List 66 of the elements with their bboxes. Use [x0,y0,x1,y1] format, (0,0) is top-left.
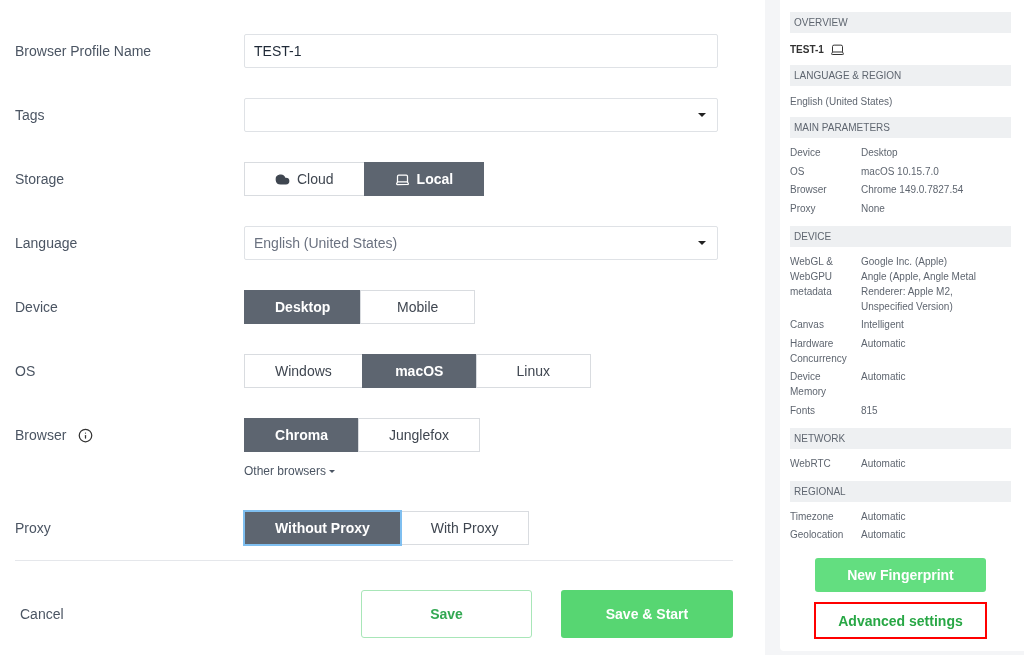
field-label: Device [15,298,58,317]
parameter-label: Fonts [790,403,816,418]
parameter-value: Automatic [861,509,907,524]
parameter-value: Chrome 149.0.7827.54 [861,183,965,197]
parameter-value: macOS 10.15.7.0 [861,164,940,179]
segment-option[interactable]: Without Proxy [244,511,401,545]
segment-option[interactable]: Windows [244,354,363,388]
parameter-value: Desktop [861,146,899,160]
parameter-label: Geolocation [790,528,845,542]
parameter-label: Device Memory [790,370,828,399]
section-header: NETWORK [790,427,1011,449]
cloud-icon [275,171,290,187]
section-header: MAIN PARAMETERS [790,117,1011,138]
field-label: Language [15,234,78,253]
parameter-value: Automatic [861,336,907,351]
field-label: Proxy [15,519,51,538]
parameter-label: OS [790,164,806,179]
segment-option[interactable]: Cloud [244,162,365,196]
section-header: REGIONAL [790,480,1011,502]
field-label: OS [15,362,36,381]
segment-option[interactable]: macOS [361,354,477,388]
segment-option[interactable]: Chroma [244,418,359,452]
segment-option[interactable]: Local [363,162,485,196]
parameter-value: Automatic [861,370,907,384]
field-label: Browser Profile Name [15,42,152,61]
dropdown-field[interactable]: English (United States) [244,226,718,260]
caret-icon [329,469,336,473]
segment-option[interactable]: Linux [475,354,591,388]
other-browsers-link[interactable]: Other browsers [244,463,336,479]
parameter-label: Timezone [790,509,835,524]
parameter-value: Automatic [861,456,907,471]
dropdown-field[interactable] [244,98,718,132]
parameter-label: Device [790,146,822,160]
field-label: Browser [15,426,67,445]
text-field[interactable]: TEST-1 [244,34,718,68]
section-text: English (United States) [790,95,893,109]
laptop-icon [829,41,845,57]
parameter-value: Automatic [861,528,907,542]
parameter-label: WebGL & WebGPU metadata [790,254,834,299]
segment-option[interactable]: Mobile [360,290,476,324]
parameter-value: Google Inc. (Apple) [861,254,949,269]
parameter-value: 815 [861,403,879,418]
profile-name: TEST-1 [790,42,824,57]
parameter-label: Proxy [790,201,817,216]
laptop-icon [394,171,410,187]
segment-option[interactable]: With Proxy [399,511,530,545]
field-label: Storage [15,170,65,189]
parameter-value: Angle (Apple, Angle Metal Renderer: Apple M2, Unspecified Version) [861,269,978,314]
caret-icon [698,113,706,117]
parameter-label: Canvas [790,318,825,332]
parameter-value: None [861,201,886,216]
parameter-label: Browser [790,183,828,197]
section-header: LANGUAGE & REGION [790,65,1011,86]
section-header: OVERVIEW [790,12,1011,33]
parameter-label: Hardware Concurrency [790,336,848,366]
segment-option[interactable]: Junglefox [358,418,480,452]
caret-icon [698,241,706,245]
parameter-label: WebRTC [790,456,832,471]
segment-option[interactable]: Desktop [244,290,362,324]
advanced-settings-button[interactable]: Advanced settings [814,602,987,639]
info-icon[interactable] [78,427,94,443]
cancel-button[interactable]: Cancel [20,604,64,624]
save-button[interactable]: Save [361,590,532,638]
section-header: DEVICE [790,225,1011,247]
parameter-value: Intelligent [861,318,905,332]
field-label: Tags [15,106,45,125]
